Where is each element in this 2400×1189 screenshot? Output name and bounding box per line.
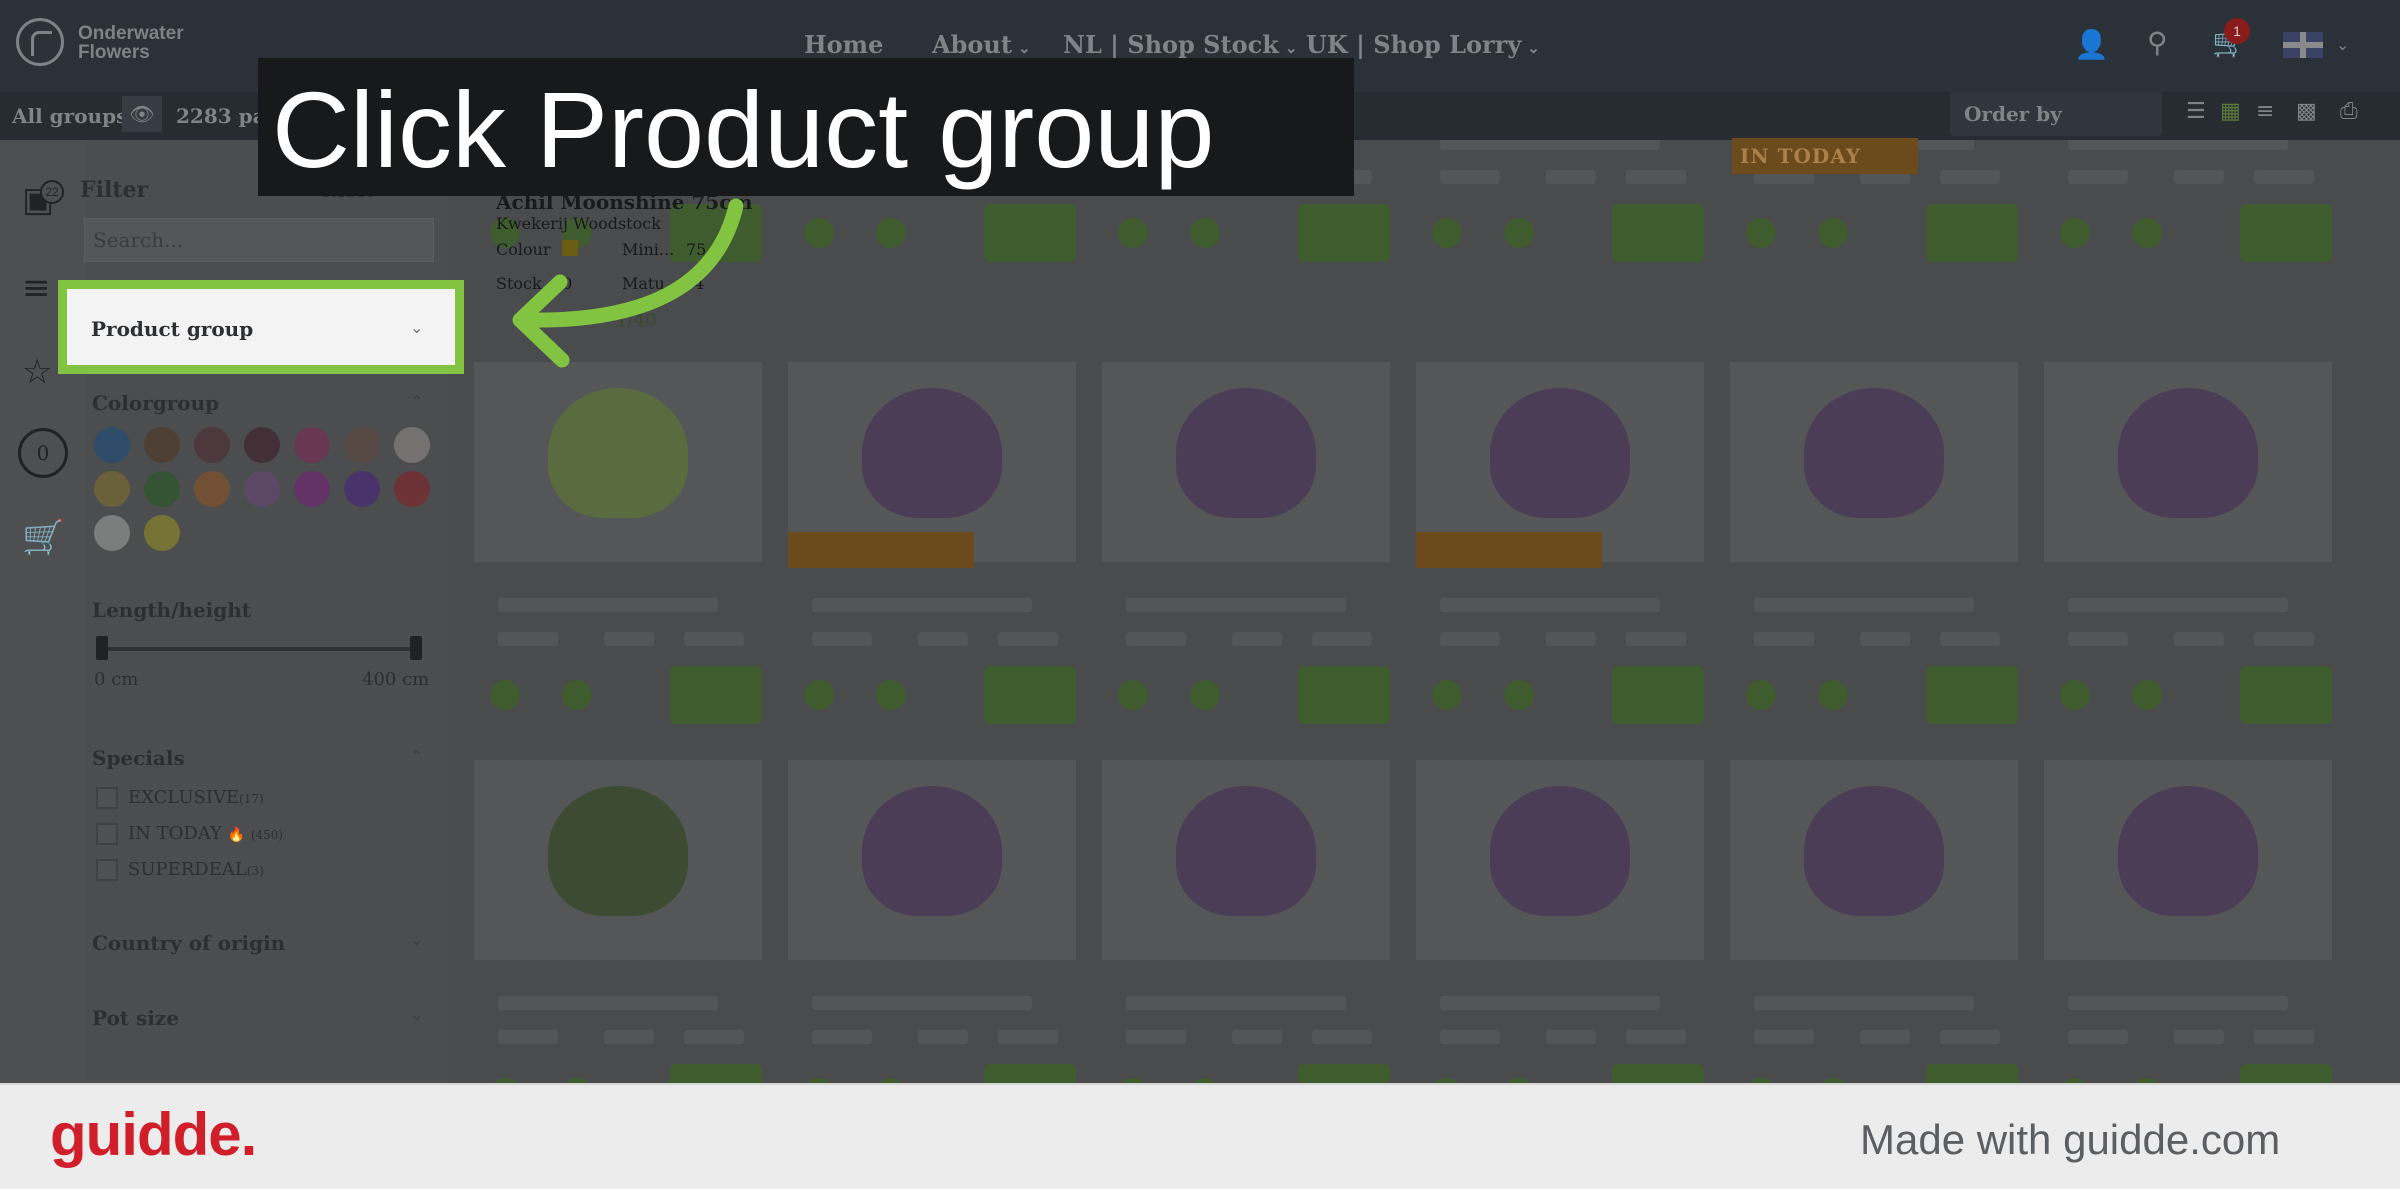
color-swatch[interactable]	[94, 471, 130, 507]
color-swatch[interactable]	[294, 427, 330, 463]
color-swatch[interactable]	[394, 427, 430, 463]
color-swatch[interactable]	[244, 427, 280, 463]
color-swatch[interactable]	[144, 515, 180, 551]
color-swatch[interactable]	[144, 471, 180, 507]
color-swatch[interactable]	[294, 471, 330, 507]
color-swatch[interactable]	[344, 471, 380, 507]
color-swatch[interactable]	[394, 471, 430, 507]
color-swatch[interactable]	[344, 427, 380, 463]
color-swatch[interactable]	[194, 471, 230, 507]
color-swatch[interactable]	[94, 515, 130, 551]
color-swatch[interactable]	[144, 427, 180, 463]
color-swatch[interactable]	[244, 471, 280, 507]
pointer-arrow-icon	[512, 198, 744, 368]
color-swatch[interactable]	[94, 427, 130, 463]
made-with-guidde-link[interactable]: Made with guidde.com	[1860, 1116, 2280, 1164]
color-swatch[interactable]	[194, 427, 230, 463]
guidde-logo[interactable]: guidde.	[50, 1102, 257, 1168]
